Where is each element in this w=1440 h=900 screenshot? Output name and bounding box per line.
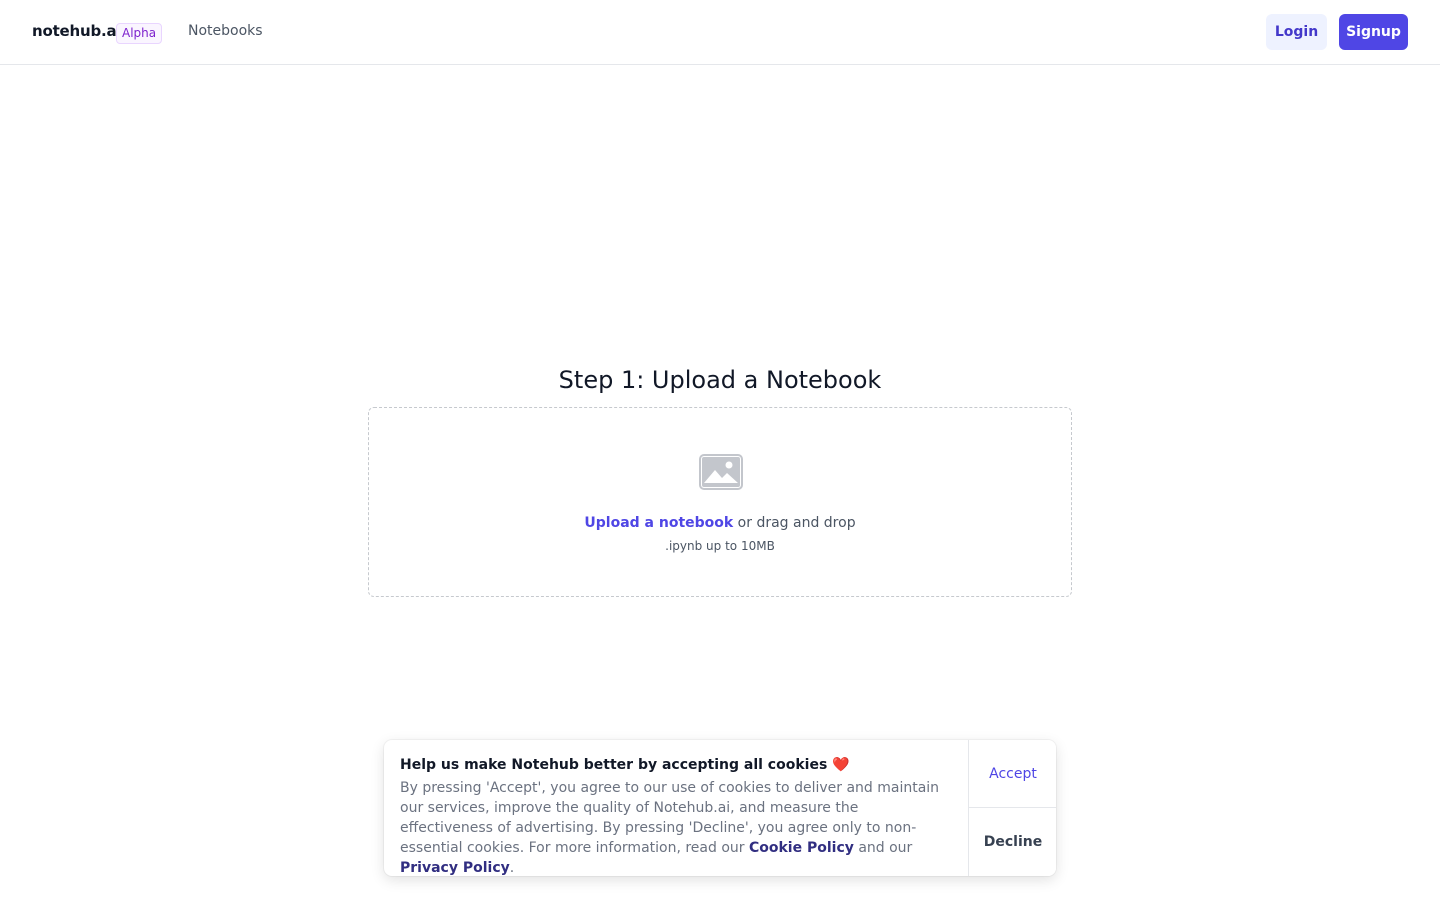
alpha-badge: Alpha [116,23,163,44]
dropzone-instructions: Upload a notebook or drag and drop [369,515,1071,531]
drag-drop-text: or drag and drop [733,515,856,531]
cookie-period: . [509,860,515,876]
file-type-hint: .ipynb up to 10MB [665,539,775,553]
image-icon [699,454,743,490]
cookie-message: Help us make Notehub better by accepting… [400,757,952,876]
cookie-policy-link[interactable]: Cookie Policy [749,840,854,856]
upload-notebook-link[interactable]: Upload a notebook [584,515,733,531]
login-button[interactable]: Login [1266,14,1327,50]
signup-button[interactable]: Signup [1339,14,1408,50]
cookie-body: By pressing 'Accept', you agree to our u… [400,778,952,876]
heart-icon: ❤️ [832,757,850,773]
cookie-banner: Help us make Notehub better by accepting… [384,740,1056,876]
nav-notebooks-link[interactable]: Notebooks [188,23,263,39]
cookie-and-our: and our [853,840,913,856]
page-title: Step 1: Upload a Notebook [558,366,882,394]
top-navbar: notehub.ai Alpha Notebooks Login Signup [0,0,1440,65]
privacy-policy-link[interactable]: Privacy Policy [400,860,510,876]
brand-logo[interactable]: notehub.ai [32,22,122,40]
cookie-title-text: Help us make Notehub better by accepting… [400,757,828,773]
decline-cookies-button[interactable]: Decline [969,808,1056,876]
cookie-title: Help us make Notehub better by accepting… [400,757,952,773]
cookie-actions: Accept Decline [968,740,1056,876]
notebook-dropzone[interactable]: Upload a notebook or drag and drop .ipyn… [368,407,1072,597]
accept-cookies-button[interactable]: Accept [969,740,1056,808]
